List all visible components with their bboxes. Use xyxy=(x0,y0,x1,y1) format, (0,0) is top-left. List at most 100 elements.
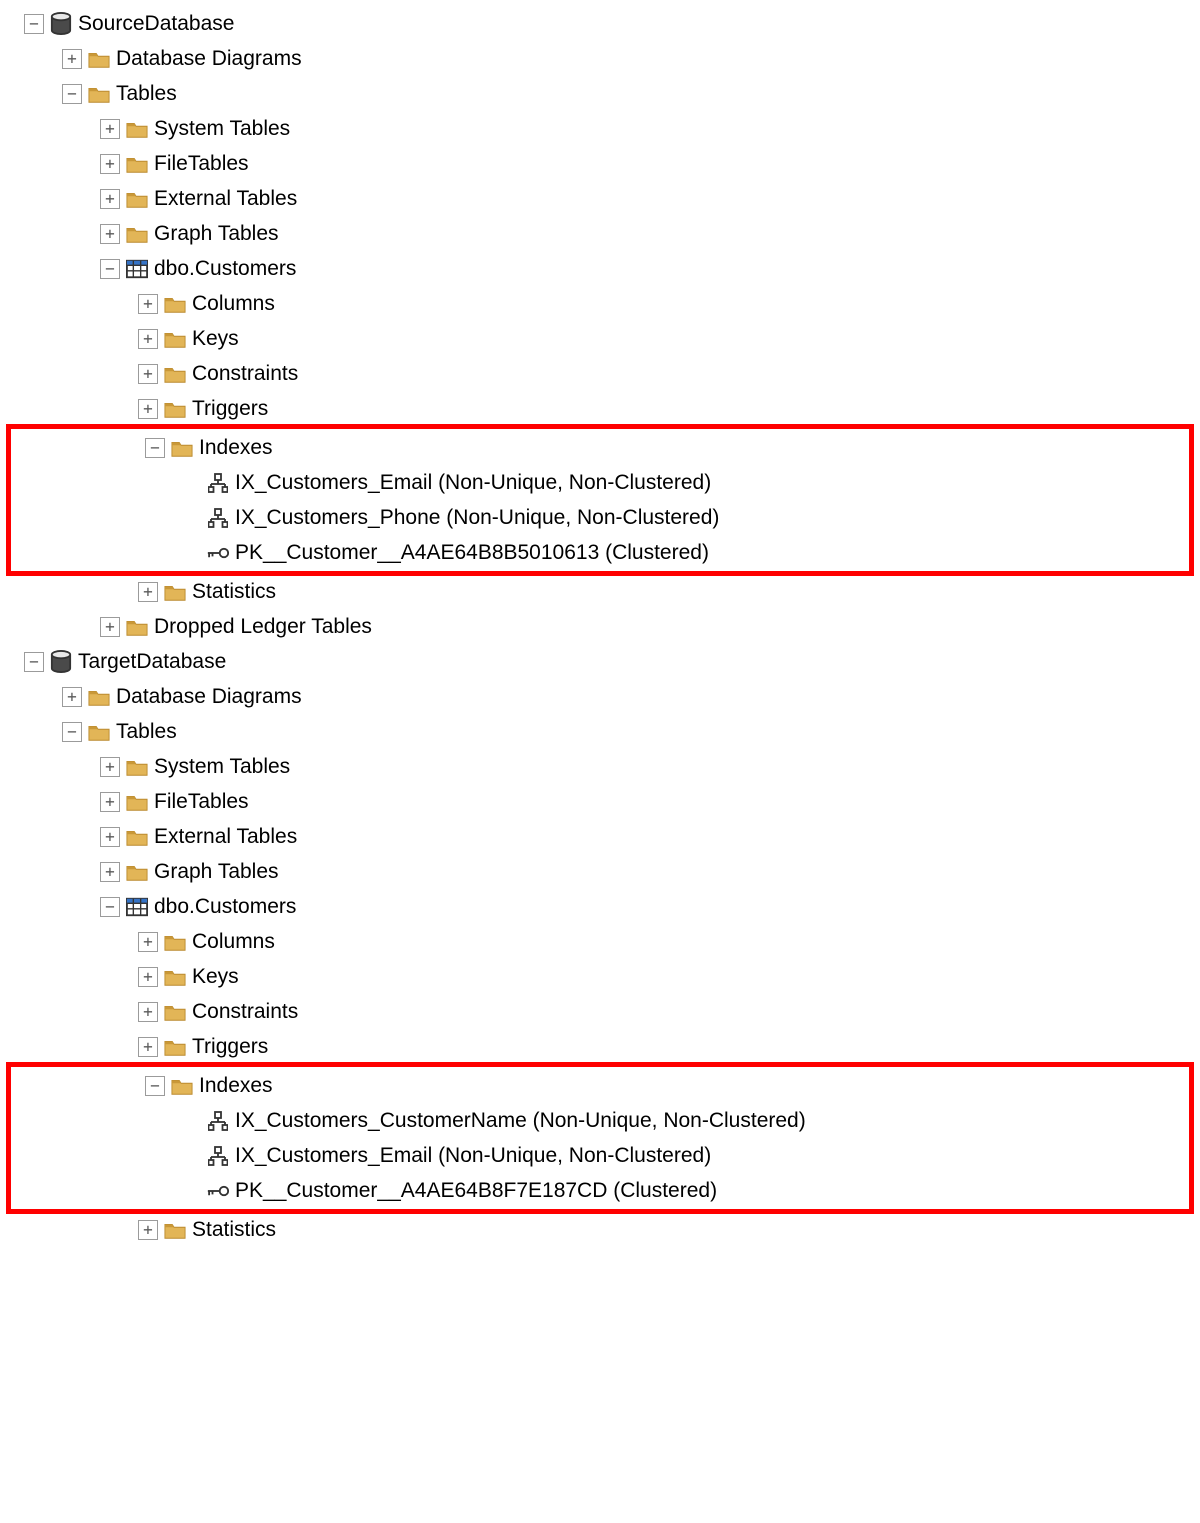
tree-expand-toggle[interactable]: + xyxy=(138,582,158,602)
tree-expand-toggle[interactable]: + xyxy=(138,329,158,349)
tree-node[interactable]: − dbo.Customers xyxy=(6,251,1194,286)
tree-node[interactable]: − Indexes xyxy=(13,1068,1187,1103)
tree-node-database[interactable]: −SourceDatabase xyxy=(6,6,1194,41)
tree-node-label: TargetDatabase xyxy=(78,644,226,680)
tree-node-label: Keys xyxy=(192,959,239,995)
tree-node-label: FileTables xyxy=(154,784,249,820)
tree-node-label: PK__Customer__A4AE64B8B5010613 (Clustere… xyxy=(235,535,709,571)
tree-node[interactable]: +Database Diagrams xyxy=(6,679,1194,714)
folder-icon xyxy=(164,1036,186,1058)
tree-node-label: Tables xyxy=(116,76,177,112)
tree-node[interactable]: +Dropped Ledger Tables xyxy=(6,609,1194,644)
tree-node[interactable]: +Columns xyxy=(6,924,1194,959)
tree-expand-toggle[interactable]: + xyxy=(138,1002,158,1022)
tree-node-leaf[interactable]: PK__Customer__A4AE64B8F7E187CD (Clustere… xyxy=(13,1173,1187,1208)
tree-node-label: FileTables xyxy=(154,146,249,182)
tree-expand-toggle[interactable]: + xyxy=(138,1220,158,1240)
folder-icon xyxy=(126,118,148,140)
tree-toggle-none xyxy=(183,509,201,527)
tree-node-label: dbo.Customers xyxy=(154,889,296,925)
tree-node-database[interactable]: − TargetDatabase xyxy=(6,644,1194,679)
tree-node-label: Indexes xyxy=(199,1068,273,1104)
tree-node[interactable]: + Constraints xyxy=(6,994,1194,1029)
tree-expand-toggle[interactable]: + xyxy=(62,49,82,69)
folder-icon xyxy=(88,83,110,105)
tree-toggle-none xyxy=(183,1182,201,1200)
tree-node[interactable]: + Triggers xyxy=(6,391,1194,426)
tree-node-label: IX_Customers_Email (Non-Unique, Non-Clus… xyxy=(235,465,711,501)
tree-node[interactable]: + Statistics xyxy=(6,1212,1194,1247)
tree-node[interactable]: +Database Diagrams xyxy=(6,41,1194,76)
tree-expand-toggle[interactable]: + xyxy=(138,1037,158,1057)
tree-node-leaf[interactable]: IX_Customers_Email (Non-Unique, Non-Clus… xyxy=(13,1138,1187,1173)
tree-node-leaf[interactable]: PK__Customer__A4AE64B8B5010613 (Clustere… xyxy=(13,535,1187,570)
tree-expand-toggle[interactable]: + xyxy=(100,792,120,812)
tree-node-label: Graph Tables xyxy=(154,216,279,252)
tree-node-label: Statistics xyxy=(192,1212,276,1248)
tree-node[interactable]: − dbo.Customers xyxy=(6,889,1194,924)
tree-expand-toggle[interactable]: + xyxy=(100,119,120,139)
tree-node[interactable]: +Columns xyxy=(6,286,1194,321)
tree-collapse-toggle[interactable]: − xyxy=(100,259,120,279)
tree-node[interactable]: + Keys xyxy=(6,321,1194,356)
tree-expand-toggle[interactable]: + xyxy=(62,687,82,707)
tree-node-leaf[interactable]: IX_Customers_Email (Non-Unique, Non-Clus… xyxy=(13,465,1187,500)
tree-node-label: Tables xyxy=(116,714,177,750)
tree-toggle-none xyxy=(183,1147,201,1165)
tree-expand-toggle[interactable]: + xyxy=(138,967,158,987)
tree-node[interactable]: + Keys xyxy=(6,959,1194,994)
tree-node[interactable]: + FileTables xyxy=(6,146,1194,181)
tree-node[interactable]: + FileTables xyxy=(6,784,1194,819)
tree-expand-toggle[interactable]: + xyxy=(100,154,120,174)
tree-expand-toggle[interactable]: + xyxy=(100,617,120,637)
tree-node[interactable]: +External Tables xyxy=(6,181,1194,216)
tree-node[interactable]: +External Tables xyxy=(6,819,1194,854)
tree-collapse-toggle[interactable]: − xyxy=(24,14,44,34)
tree-node[interactable]: − Tables xyxy=(6,714,1194,749)
tree-node[interactable]: +System Tables xyxy=(6,749,1194,784)
tree-expand-toggle[interactable]: + xyxy=(100,862,120,882)
tree-node-label: Constraints xyxy=(192,356,298,392)
folder-icon xyxy=(126,223,148,245)
tree-expand-toggle[interactable]: + xyxy=(138,294,158,314)
tree-expand-toggle[interactable]: + xyxy=(100,757,120,777)
tree-node-leaf[interactable]: IX_Customers_CustomerName (Non-Unique, N… xyxy=(13,1103,1187,1138)
tree-node[interactable]: +Statistics xyxy=(6,574,1194,609)
tree-collapse-toggle[interactable]: − xyxy=(24,652,44,672)
tree-node[interactable]: +Triggers xyxy=(6,1029,1194,1064)
tree-collapse-toggle[interactable]: − xyxy=(62,722,82,742)
tree-collapse-toggle[interactable]: − xyxy=(62,84,82,104)
tree-expand-toggle[interactable]: + xyxy=(100,224,120,244)
tree-node[interactable]: + System Tables xyxy=(6,111,1194,146)
tree-expand-toggle[interactable]: + xyxy=(138,399,158,419)
tree-node-label: Triggers xyxy=(192,391,268,427)
tree-collapse-toggle[interactable]: − xyxy=(145,438,165,458)
tree-node-label: dbo.Customers xyxy=(154,251,296,287)
key-icon xyxy=(207,1180,229,1202)
tree-expand-toggle[interactable]: + xyxy=(138,932,158,952)
tree-expand-toggle[interactable]: + xyxy=(100,827,120,847)
tree-node[interactable]: + Graph Tables xyxy=(6,216,1194,251)
tree-node[interactable]: + Constraints xyxy=(6,356,1194,391)
tree-node-leaf[interactable]: IX_Customers_Phone (Non-Unique, Non-Clus… xyxy=(13,500,1187,535)
folder-icon xyxy=(164,966,186,988)
tree-node-label: IX_Customers_Email (Non-Unique, Non-Clus… xyxy=(235,1138,711,1174)
database-icon xyxy=(50,13,72,35)
tree-collapse-toggle[interactable]: − xyxy=(100,897,120,917)
folder-icon xyxy=(164,398,186,420)
folder-icon xyxy=(88,48,110,70)
tree-node-label: Constraints xyxy=(192,994,298,1030)
tree-toggle-none xyxy=(183,1112,201,1130)
tree-node[interactable]: +Graph Tables xyxy=(6,854,1194,889)
object-explorer-tree: −SourceDatabase+Database Diagrams−Tables… xyxy=(6,6,1194,1247)
highlight-box: −IndexesIX_Customers_Email (Non-Unique, … xyxy=(6,424,1194,576)
tree-node[interactable]: −Indexes xyxy=(13,430,1187,465)
tree-node-label: System Tables xyxy=(154,111,290,147)
tree-collapse-toggle[interactable]: − xyxy=(145,1076,165,1096)
tree-expand-toggle[interactable]: + xyxy=(138,364,158,384)
key-icon xyxy=(207,542,229,564)
folder-icon xyxy=(126,153,148,175)
tree-expand-toggle[interactable]: + xyxy=(100,189,120,209)
tree-node[interactable]: − Tables xyxy=(6,76,1194,111)
tree-node-label: Keys xyxy=(192,321,239,357)
